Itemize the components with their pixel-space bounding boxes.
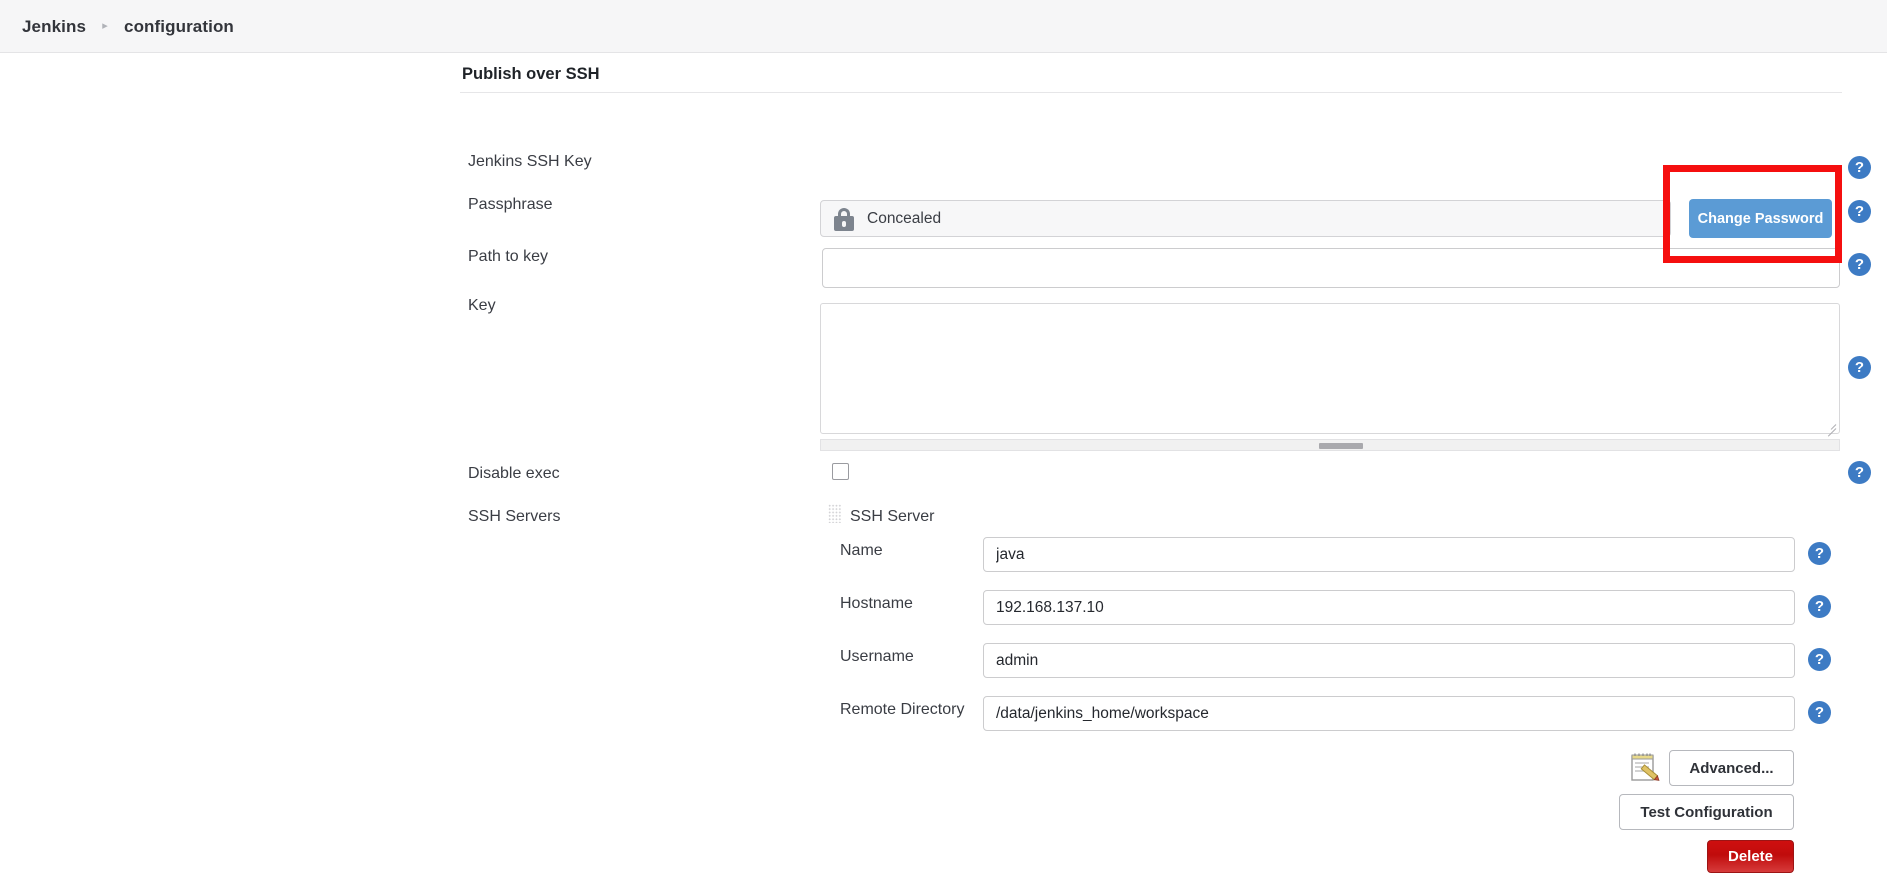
- ssh-server-name-input[interactable]: [983, 537, 1795, 572]
- scrollbar-thumb[interactable]: [1319, 443, 1363, 449]
- disable-exec-checkbox[interactable]: [832, 463, 849, 480]
- help-icon-path-to-key[interactable]: ?: [1848, 253, 1871, 276]
- help-icon-key[interactable]: ?: [1848, 356, 1871, 379]
- section-divider: [460, 92, 1842, 93]
- advanced-button[interactable]: Advanced...: [1669, 750, 1794, 786]
- path-to-key-input[interactable]: [822, 248, 1840, 288]
- ssh-server-username-input[interactable]: [983, 643, 1795, 678]
- passphrase-field[interactable]: Concealed: [820, 200, 1671, 237]
- top-header-bar: Jenkins ▸ configuration: [0, 0, 1887, 53]
- help-icon-disable-exec[interactable]: ?: [1848, 461, 1871, 484]
- label-disable-exec: Disable exec: [468, 465, 560, 482]
- breadcrumb-item-jenkins[interactable]: Jenkins: [22, 17, 86, 37]
- configuration-page: Publish over SSH Jenkins SSH Key Passphr…: [0, 53, 1887, 893]
- label-path-to-key: Path to key: [468, 248, 549, 265]
- label-passphrase: Passphrase: [468, 196, 553, 213]
- help-icon-remote-directory[interactable]: ?: [1808, 701, 1831, 724]
- test-configuration-button[interactable]: Test Configuration: [1619, 794, 1794, 830]
- help-icon-name[interactable]: ?: [1808, 542, 1831, 565]
- key-textarea[interactable]: [820, 303, 1840, 434]
- lock-icon: [834, 207, 854, 231]
- horizontal-scrollbar[interactable]: [820, 439, 1840, 451]
- label-remote-directory: Remote Directory: [840, 701, 965, 718]
- chevron-right-icon: ▸: [102, 20, 108, 32]
- label-jenkins-ssh-key: Jenkins SSH Key: [468, 153, 592, 170]
- ssh-server-heading: SSH Server: [850, 508, 935, 525]
- change-password-button[interactable]: Change Password: [1689, 199, 1832, 238]
- label-hostname: Hostname: [840, 595, 913, 612]
- notepad-pencil-icon: [1629, 752, 1661, 783]
- passphrase-value: Concealed: [867, 209, 942, 227]
- delete-button[interactable]: Delete: [1707, 840, 1794, 873]
- help-icon-hostname[interactable]: ?: [1808, 595, 1831, 618]
- label-username: Username: [840, 648, 914, 665]
- label-key: Key: [468, 297, 496, 314]
- breadcrumb: Jenkins ▸ configuration: [22, 0, 234, 53]
- label-name: Name: [840, 542, 883, 559]
- breadcrumb-item-configuration[interactable]: configuration: [124, 17, 234, 37]
- help-icon-passphrase[interactable]: ?: [1848, 200, 1871, 223]
- help-icon-jenkins-ssh-key[interactable]: ?: [1848, 156, 1871, 179]
- drag-handle-icon[interactable]: [828, 504, 841, 523]
- ssh-server-remote-directory-input[interactable]: [983, 696, 1795, 731]
- help-icon-username[interactable]: ?: [1808, 648, 1831, 671]
- label-ssh-servers: SSH Servers: [468, 508, 561, 525]
- page-title: Publish over SSH: [462, 65, 600, 83]
- ssh-server-hostname-input[interactable]: [983, 590, 1795, 625]
